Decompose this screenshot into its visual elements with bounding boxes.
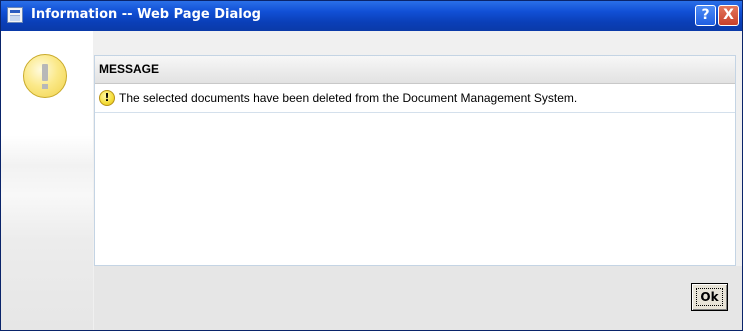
window-title: Information -- Web Page Dialog: [31, 7, 261, 22]
close-button[interactable]: X: [718, 5, 739, 26]
help-button[interactable]: ?: [695, 5, 716, 26]
ok-button[interactable]: Ok: [691, 283, 728, 311]
dialog-window: Information -- Web Page Dialog ? X MESSA…: [0, 0, 743, 331]
button-bar: [94, 266, 742, 330]
message-text: The selected documents have been deleted…: [119, 91, 578, 105]
message-panel: MESSAGE ! The selected documents have be…: [94, 55, 736, 266]
warning-icon: [23, 54, 67, 98]
dialog-window-icon: [7, 7, 23, 23]
message-header: MESSAGE: [95, 56, 735, 84]
message-row: ! The selected documents have been delet…: [95, 84, 735, 113]
message-header-label: MESSAGE: [99, 62, 160, 76]
warning-icon: !: [99, 90, 115, 106]
title-bar[interactable]: Information -- Web Page Dialog ? X: [1, 1, 742, 31]
